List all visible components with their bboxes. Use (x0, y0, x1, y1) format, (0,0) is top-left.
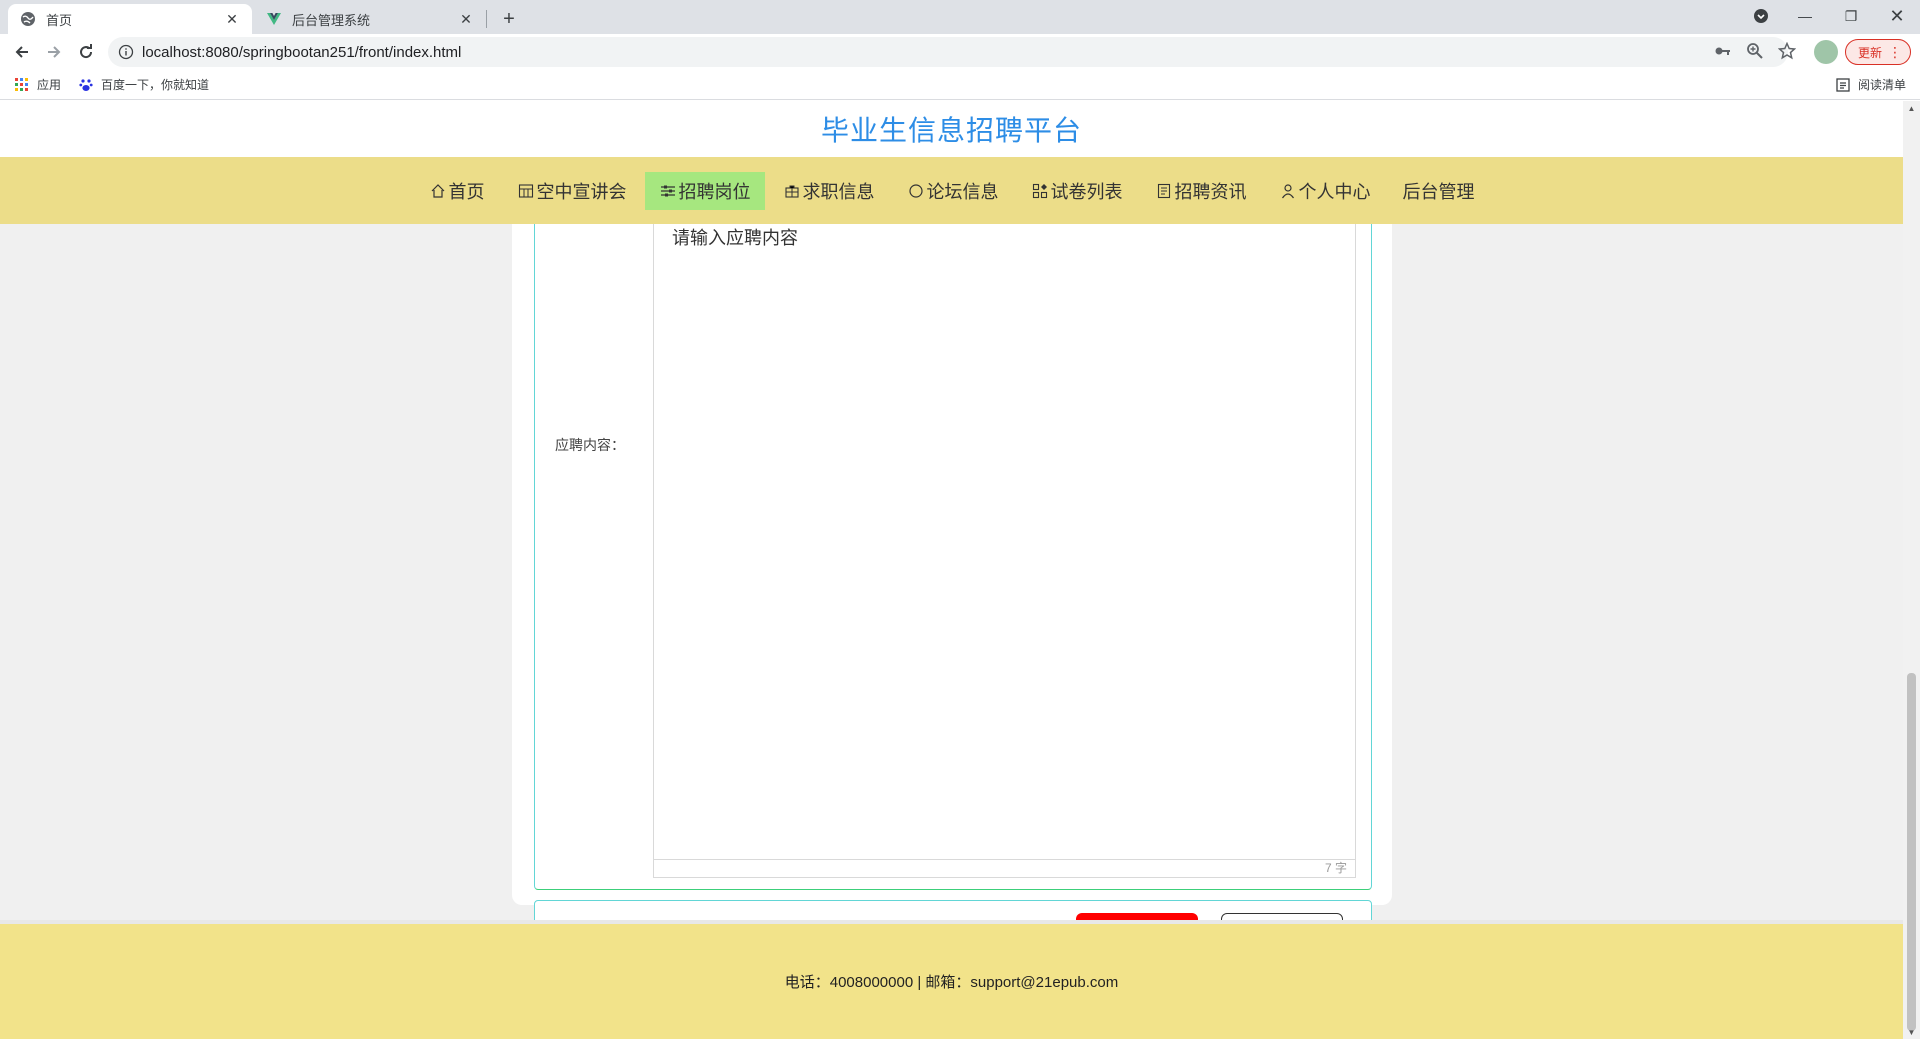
nav-item-forum[interactable]: 论坛信息 (893, 172, 1013, 210)
sliders-icon (659, 182, 677, 200)
content-label: 应聘内容： (555, 437, 625, 453)
nav-label: 招聘资讯 (1174, 181, 1247, 202)
user-icon (1279, 182, 1297, 200)
arrow-right-icon (48, 46, 61, 58)
nav-label: 个人中心 (1298, 181, 1371, 202)
nav-label: 招聘岗位 (678, 181, 751, 202)
forward-button[interactable] (40, 38, 68, 66)
scroll-down-icon[interactable]: ▼ (1907, 1027, 1916, 1037)
page-viewport: 毕业生信息招聘平台 首页 空中宣讲会 招聘岗位 求职信息 论坛信息 试卷列表 招… (0, 101, 1920, 1039)
reload-button[interactable] (72, 38, 100, 66)
form-card: 应聘内容： 请输入应聘内容 7 字 提交 重置 (512, 224, 1392, 972)
new-tab-button[interactable]: + (496, 6, 522, 32)
nav-label: 首页 (448, 181, 485, 202)
document-icon (1155, 182, 1173, 200)
bookmark-baidu[interactable]: 百度一下，你就知道 (78, 76, 209, 93)
close-icon[interactable]: ✕ (458, 11, 474, 27)
bookmark-label: 百度一下，你就知道 (101, 78, 210, 92)
nav-label: 试卷列表 (1050, 181, 1123, 202)
home-icon (429, 182, 447, 200)
content-textarea[interactable]: 请输入应聘内容 7 字 (653, 224, 1356, 878)
avatar[interactable] (1814, 40, 1838, 64)
minimize-button[interactable]: — (1782, 0, 1828, 32)
char-counter: 7 字 (654, 859, 1355, 877)
more-icon: ⋮ (1888, 44, 1902, 60)
zoom-icon[interactable] (1745, 41, 1765, 61)
site-title: 毕业生信息招聘平台 (820, 115, 1082, 146)
tab-admin[interactable]: 后台管理系统 ✕ (254, 4, 486, 34)
reload-icon (80, 44, 93, 59)
nav-item-exams[interactable]: 试卷列表 (1017, 172, 1137, 210)
chevron-down-icon (1754, 9, 1768, 23)
baidu-paw-icon (78, 77, 94, 93)
nav-label: 论坛信息 (926, 181, 999, 202)
nav-item-home[interactable]: 首页 (415, 172, 499, 210)
nav-item-sky-talks[interactable]: 空中宣讲会 (503, 172, 641, 210)
restore-button[interactable]: ❐ (1828, 0, 1874, 32)
reading-list-label: 阅读清单 (1858, 78, 1907, 92)
close-icon[interactable]: ✕ (224, 11, 240, 27)
arrow-left-icon (15, 46, 28, 58)
star-icon[interactable] (1777, 41, 1797, 61)
apps-icon (1031, 182, 1049, 200)
reading-list-button[interactable]: 阅读清单 (1835, 76, 1906, 93)
site-header: 毕业生信息招聘平台 (0, 101, 1903, 157)
address-bar[interactable]: localhost:8080/springbootan251/front/ind… (108, 37, 1788, 67)
tab-search-button[interactable] (1738, 0, 1784, 32)
nav-item-profile[interactable]: 个人中心 (1265, 172, 1385, 210)
circle-icon (907, 182, 925, 200)
vue-logo-icon (266, 11, 282, 27)
browser-toolbar: localhost:8080/springbootan251/front/ind… (0, 34, 1920, 70)
scroll-up-icon[interactable]: ▲ (1907, 103, 1916, 113)
info-icon (118, 44, 134, 60)
site-footer: 电话：4008000000 | 邮箱：support@21epub.com (0, 920, 1903, 1039)
apps-grid-icon (14, 77, 30, 93)
nav-item-job-seeking[interactable]: 求职信息 (769, 172, 889, 210)
tab-home[interactable]: 首页 ✕ (8, 4, 252, 34)
tab-title: 后台管理系统 (292, 12, 371, 28)
nav-item-jobs[interactable]: 招聘岗位 (644, 171, 765, 210)
tab-title: 首页 (46, 12, 73, 28)
back-button[interactable] (8, 38, 36, 66)
footer-contact: 电话：4008000000 | 邮箱：support@21epub.com (784, 974, 1119, 991)
close-window-button[interactable]: ✕ (1874, 0, 1920, 32)
briefcase-icon (783, 182, 801, 200)
browser-tabstrip: 首页 ✕ 后台管理系统 ✕ + — ❐ ✕ (0, 0, 1920, 34)
main-nav: 首页 空中宣讲会 招聘岗位 求职信息 论坛信息 试卷列表 招聘资讯 个人中心 后… (0, 157, 1903, 224)
page-scrollbar[interactable]: ▲ ▼ (1903, 101, 1920, 1039)
bookmark-apps[interactable]: 应用 (14, 76, 61, 93)
key-icon[interactable] (1713, 41, 1733, 61)
scroll-thumb[interactable] (1907, 673, 1916, 1031)
tab-divider (486, 10, 487, 28)
globe-icon (20, 11, 36, 27)
nav-label: 后台管理 (1402, 181, 1475, 202)
content-text: 请输入应聘内容 (672, 228, 798, 248)
update-label: 更新 (1858, 45, 1883, 60)
grid-icon (517, 182, 535, 200)
nav-item-admin[interactable]: 后台管理 (1389, 172, 1489, 210)
nav-item-news[interactable]: 招聘资讯 (1141, 172, 1261, 210)
nav-label: 空中宣讲会 (536, 181, 627, 202)
nav-label: 求职信息 (802, 181, 875, 202)
update-button[interactable]: 更新 ⋮ (1845, 39, 1911, 65)
content-form-item: 应聘内容： 请输入应聘内容 7 字 (534, 224, 1372, 890)
reading-list-icon (1835, 77, 1851, 93)
bookmark-label: 应用 (37, 78, 62, 92)
url-text: localhost:8080/springbootan251/front/ind… (142, 43, 462, 61)
bookmarks-bar: 应用 百度一下，你就知道 阅读清单 (0, 70, 1920, 100)
